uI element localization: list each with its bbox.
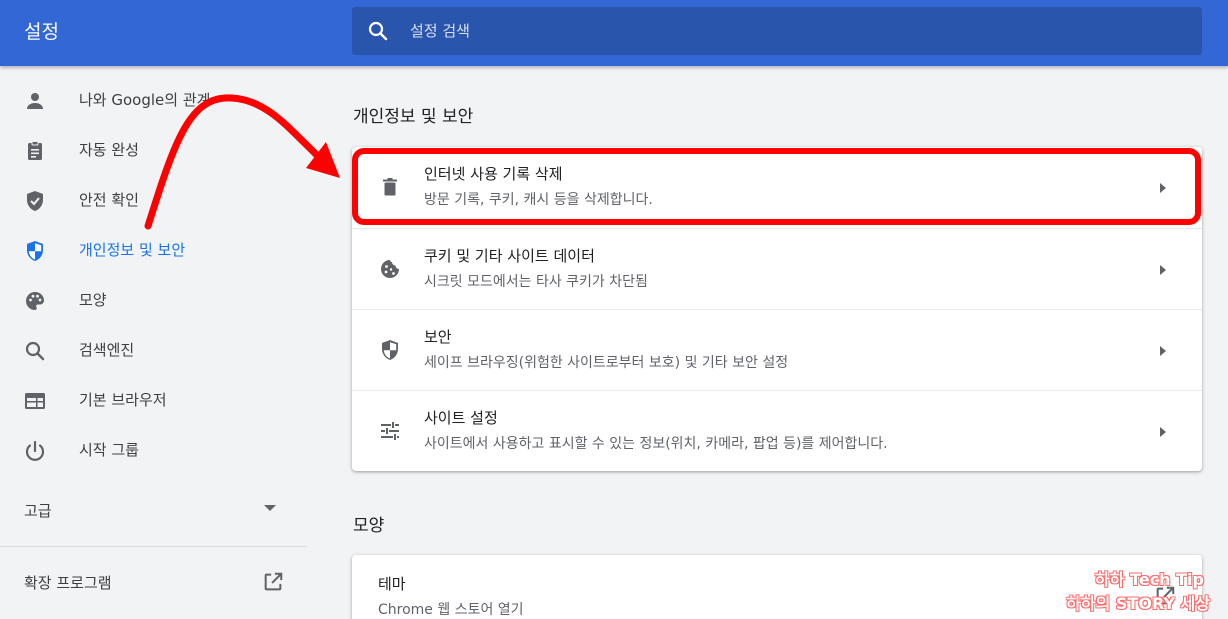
search-icon (368, 21, 388, 41)
section-title-appearance: 모양 (353, 516, 385, 536)
sidebar-item-you-and-google[interactable]: 나와 Google의 관계 (0, 76, 307, 126)
watermark-line1: 하하 Tech Tip (1095, 570, 1204, 589)
chevron-down-icon (264, 505, 276, 511)
chevron-right-icon (1160, 183, 1166, 193)
sidebar-item-label: 개인정보 및 보안 (79, 241, 186, 259)
row-title: 쿠키 및 기타 사이트 데이터 (424, 247, 595, 265)
row-title: 인터넷 사용 기록 삭제 (424, 165, 563, 183)
sidebar-item-safety-check[interactable]: 안전 확인 (0, 176, 307, 226)
sidebar-item-label: 나와 Google의 관계 (79, 91, 211, 109)
sidebar-item-label: 모양 (79, 291, 107, 309)
shield-icon (382, 340, 398, 360)
row-title: 보안 (424, 328, 452, 346)
sidebar-item-appearance[interactable]: 모양 (0, 276, 307, 326)
tune-icon (381, 422, 399, 440)
clear-browsing-data-row[interactable]: 인터넷 사용 기록 삭제 방문 기록, 쿠키, 캐시 등을 삭제합니다. (352, 147, 1202, 228)
clipboard-icon (28, 141, 42, 160)
cookie-icon (381, 260, 399, 278)
row-subtitle: 세이프 브라우징(위험한 사이트로부터 보호) 및 기타 보안 설정 (424, 355, 789, 371)
sidebar-item-search-engine[interactable]: 검색엔진 (0, 326, 307, 376)
chevron-right-icon (1160, 265, 1166, 275)
privacy-card: 인터넷 사용 기록 삭제 방문 기록, 쿠키, 캐시 등을 삭제합니다. 쿠키 … (352, 147, 1202, 471)
row-title: 테마 (378, 575, 406, 593)
sidebar-item-privacy[interactable]: 개인정보 및 보안 (0, 226, 307, 276)
sidebar-item-label: 안전 확인 (79, 191, 139, 209)
row-title: 사이트 설정 (424, 409, 498, 427)
sidebar-item-label: 시작 그룹 (79, 441, 139, 459)
power-icon (25, 440, 45, 461)
sidebar-item-label: 자동 완성 (79, 141, 139, 159)
search-input[interactable] (410, 7, 1170, 55)
page-title: 설정 (24, 21, 59, 43)
extensions-label: 확장 프로그램 (24, 574, 112, 592)
site-settings-row[interactable]: 사이트 설정 사이트에서 사용하고 표시할 수 있는 정보(위치, 카메라, 팝… (352, 390, 1202, 471)
search-icon (25, 341, 45, 361)
sidebar-item-label: 검색엔진 (79, 341, 135, 359)
row-subtitle: 시크릿 모드에서는 타사 쿠키가 차단됨 (424, 274, 648, 290)
person-icon (27, 93, 43, 109)
section-title-privacy: 개인정보 및 보안 (353, 107, 474, 127)
trash-icon (383, 178, 397, 196)
advanced-label: 고급 (24, 502, 52, 520)
shield-half-icon (27, 241, 43, 261)
sidebar-item-autofill[interactable]: 자동 완성 (0, 126, 307, 176)
sidebar-item-label: 기본 브라우저 (79, 391, 167, 409)
row-subtitle: Chrome 웹 스토어 열기 (378, 602, 524, 618)
cookies-row[interactable]: 쿠키 및 기타 사이트 데이터 시크릿 모드에서는 타사 쿠키가 차단됨 (352, 228, 1202, 309)
extensions-link[interactable]: 확장 프로그램 (0, 558, 307, 606)
chevron-right-icon (1160, 427, 1166, 437)
external-link-icon (264, 572, 283, 591)
shield-check-icon (27, 191, 43, 211)
sidebar-item-on-startup[interactable]: 시작 그룹 (0, 426, 307, 476)
browser-window-icon (25, 393, 45, 409)
security-row[interactable]: 보안 세이프 브라우징(위험한 사이트로부터 보호) 및 기타 보안 설정 (352, 309, 1202, 390)
sidebar-item-default-browser[interactable]: 기본 브라우저 (0, 376, 307, 426)
row-subtitle: 방문 기록, 쿠키, 캐시 등을 삭제합니다. (424, 192, 653, 208)
watermark-line2: 하하의 STORY 세상 (1066, 594, 1210, 613)
palette-icon (26, 292, 44, 310)
top-bar: 설정 (0, 0, 1228, 66)
row-subtitle: 사이트에서 사용하고 표시할 수 있는 정보(위치, 카메라, 팝업 등)를 제… (424, 436, 888, 452)
sidebar: 나와 Google의 관계 자동 완성 안전 확인 개인정보 및 보안 모양 검… (0, 66, 307, 619)
advanced-toggle[interactable]: 고급 (0, 486, 307, 534)
search-box[interactable] (352, 7, 1202, 55)
chevron-right-icon (1160, 346, 1166, 356)
sidebar-divider (0, 546, 307, 547)
